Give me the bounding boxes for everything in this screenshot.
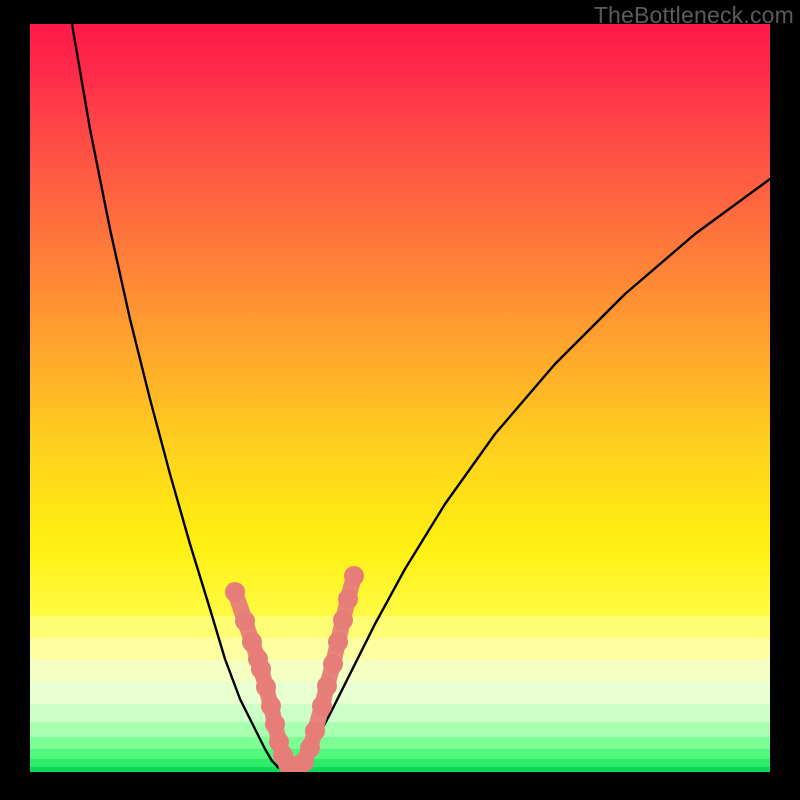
- color-band: [30, 767, 770, 772]
- gradient-background: [30, 24, 770, 616]
- color-band: [30, 660, 770, 682]
- color-band: [30, 704, 770, 722]
- color-band: [30, 638, 770, 660]
- attribution-text: TheBottleneck.com: [594, 2, 794, 29]
- color-band: [30, 722, 770, 737]
- color-band: [30, 737, 770, 749]
- chart-frame: TheBottleneck.com: [0, 0, 800, 800]
- color-band: [30, 749, 770, 759]
- color-band: [30, 682, 770, 704]
- plot-area: [30, 24, 770, 772]
- color-band: [30, 759, 770, 767]
- color-band: [30, 616, 770, 638]
